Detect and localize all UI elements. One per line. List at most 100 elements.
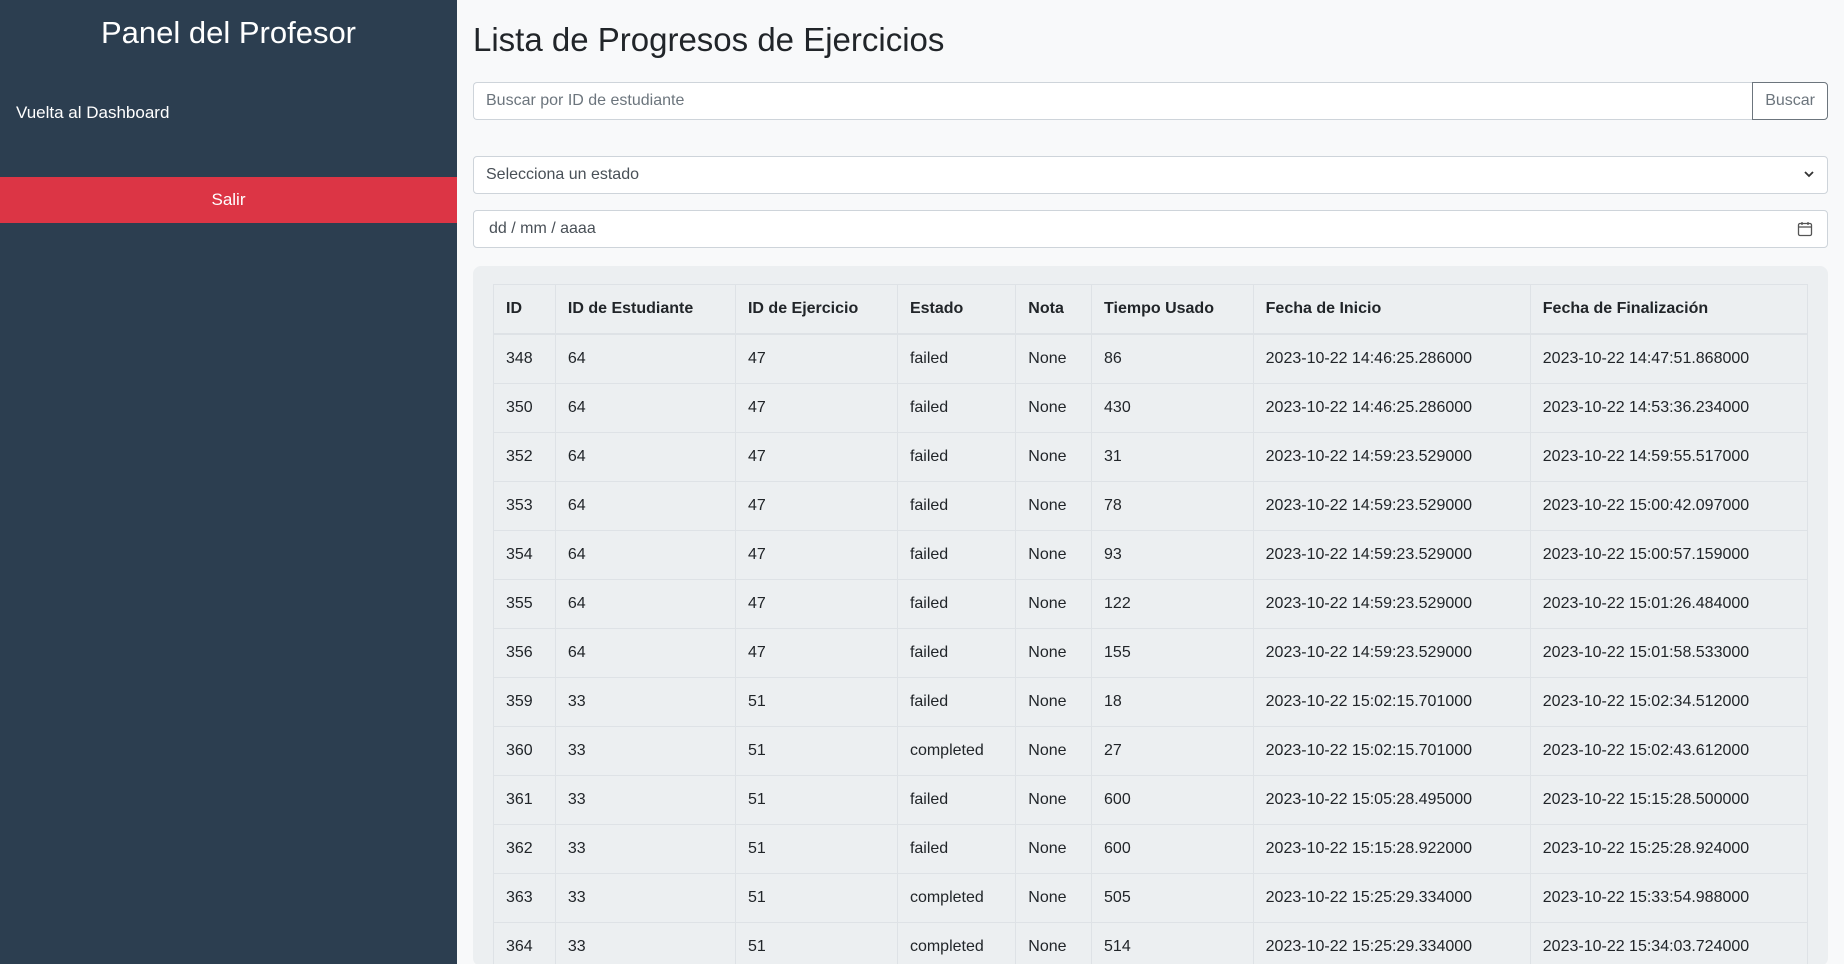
status-select-value: Selecciona un estado bbox=[486, 166, 639, 183]
search-button[interactable]: Buscar bbox=[1752, 82, 1828, 120]
date-input-placeholder: dd / mm / aaaa bbox=[489, 220, 596, 237]
table-row: 350 64 47 failed None 430 2023-10-22 14:46:25.… bbox=[493, 383, 1809, 433]
table-cell: None bbox=[1015, 726, 1093, 776]
table-cell: 47 bbox=[734, 481, 898, 531]
table-header-cell: ID de Ejercicio bbox=[734, 284, 898, 335]
table-row: 360 33 51 completed None 27 2023-10-22 15:02:1… bbox=[493, 726, 1809, 776]
table-header-cell: Nota bbox=[1015, 284, 1093, 335]
table-cell: 2023-10-22 14:46:25.286000 bbox=[1252, 383, 1531, 433]
table-cell: None bbox=[1015, 481, 1093, 531]
table-header-cell: ID bbox=[493, 284, 556, 335]
table-cell: 31 bbox=[1091, 432, 1254, 482]
table-cell: 2023-10-22 15:25:29.334000 bbox=[1252, 873, 1531, 923]
table-cell: 86 bbox=[1091, 333, 1254, 384]
table-cell: 2023-10-22 15:01:26.484000 bbox=[1529, 579, 1809, 629]
table-cell: 18 bbox=[1091, 677, 1254, 727]
table-cell: 359 bbox=[493, 677, 556, 727]
table-cell: 356 bbox=[493, 628, 556, 678]
table-cell: 33 bbox=[554, 726, 736, 776]
table-cell: 33 bbox=[554, 922, 736, 964]
table-cell: 2023-10-22 14:59:23.529000 bbox=[1252, 432, 1531, 482]
table-cell: None bbox=[1015, 677, 1093, 727]
sidebar-title: Panel del Profesor bbox=[100, 15, 357, 50]
table-cell: 47 bbox=[734, 333, 898, 384]
table-cell: 93 bbox=[1091, 530, 1254, 580]
table-header-cell: Tiempo Usado bbox=[1091, 284, 1254, 335]
table-cell: 348 bbox=[493, 333, 556, 384]
chevron-down-icon bbox=[1803, 168, 1815, 183]
table-cell: None bbox=[1015, 628, 1093, 678]
table-cell: failed bbox=[896, 481, 1017, 531]
table-cell: 33 bbox=[554, 824, 736, 874]
status-select[interactable]: Selecciona un estado bbox=[473, 156, 1828, 194]
table-cell: 2023-10-22 15:34:03.724000 bbox=[1529, 922, 1809, 964]
table-cell: 352 bbox=[493, 432, 556, 482]
table-cell: None bbox=[1015, 775, 1093, 825]
table-header-row: ID ID de Estudiante ID de Ejercicio Estado N… bbox=[493, 284, 1809, 335]
table-row: 355 64 47 failed None 122 2023-10-22 14:59:23.… bbox=[493, 579, 1809, 629]
table-cell: 155 bbox=[1091, 628, 1254, 678]
table-cell: 27 bbox=[1091, 726, 1254, 776]
table-cell: 2023-10-22 14:59:23.529000 bbox=[1252, 628, 1531, 678]
table-cell: 51 bbox=[734, 922, 898, 964]
table-cell: 350 bbox=[493, 383, 556, 433]
table-cell: 47 bbox=[734, 628, 898, 678]
table-cell: 600 bbox=[1091, 775, 1254, 825]
table-cell: 600 bbox=[1091, 824, 1254, 874]
table-cell: 64 bbox=[554, 579, 736, 629]
table-cell: 362 bbox=[493, 824, 556, 874]
table-header-cell: Estado bbox=[896, 284, 1017, 335]
table-cell: 64 bbox=[554, 530, 736, 580]
table-row: 361 33 51 failed None 600 2023-10-22 15:05:28.… bbox=[493, 775, 1809, 825]
table-cell: failed bbox=[896, 530, 1017, 580]
table-cell: 361 bbox=[493, 775, 556, 825]
table-cell: 2023-10-22 15:33:54.988000 bbox=[1529, 873, 1809, 923]
calendar-icon[interactable] bbox=[1797, 221, 1813, 237]
table-cell: failed bbox=[896, 333, 1017, 384]
table-cell: 353 bbox=[493, 481, 556, 531]
main-content: Lista de Progresos de Ejercicios Buscar … bbox=[457, 0, 1844, 964]
table-cell: 2023-10-22 14:46:25.286000 bbox=[1252, 333, 1531, 384]
table-cell: 2023-10-22 15:02:43.612000 bbox=[1529, 726, 1809, 776]
table-cell: 47 bbox=[734, 383, 898, 433]
table-cell: 2023-10-22 15:15:28.500000 bbox=[1529, 775, 1809, 825]
table-row: 363 33 51 completed None 505 2023-10-22 15:25:… bbox=[493, 873, 1809, 923]
table-cell: 47 bbox=[734, 432, 898, 482]
table-cell: 2023-10-22 15:25:28.924000 bbox=[1529, 824, 1809, 874]
search-input[interactable] bbox=[473, 82, 1753, 120]
table-row: 354 64 47 failed None 93 2023-10-22 14:59:23.5… bbox=[493, 530, 1809, 580]
table-cell: 2023-10-22 14:59:23.529000 bbox=[1252, 481, 1531, 531]
table-cell: 2023-10-22 15:00:42.097000 bbox=[1529, 481, 1809, 531]
table-cell: 64 bbox=[554, 333, 736, 384]
page-title: Lista de Progresos de Ejercicios bbox=[473, 21, 945, 58]
table-cell: 364 bbox=[493, 922, 556, 964]
table-cell: 430 bbox=[1091, 383, 1254, 433]
table-cell: None bbox=[1015, 333, 1093, 384]
logout-button[interactable]: Salir bbox=[0, 177, 457, 223]
table-cell: 47 bbox=[734, 579, 898, 629]
table-row: 362 33 51 failed None 600 2023-10-22 15:15:28.… bbox=[493, 824, 1809, 874]
table-row: 356 64 47 failed None 155 2023-10-22 14:59:23.… bbox=[493, 628, 1809, 678]
table-header-cell: ID de Estudiante bbox=[554, 284, 736, 335]
progress-table: ID ID de Estudiante ID de Ejercicio Estado N… bbox=[493, 284, 1809, 964]
table-cell: 51 bbox=[734, 726, 898, 776]
table-cell: 2023-10-22 15:02:15.701000 bbox=[1252, 726, 1531, 776]
table-cell: None bbox=[1015, 530, 1093, 580]
table-row: 348 64 47 failed None 86 2023-10-22 14:46:25.2… bbox=[493, 333, 1809, 384]
table-cell: failed bbox=[896, 775, 1017, 825]
table-cell: 78 bbox=[1091, 481, 1254, 531]
table-row: 353 64 47 failed None 78 2023-10-22 14:59:23.5… bbox=[493, 481, 1809, 531]
table-cell: 2023-10-22 15:00:57.159000 bbox=[1529, 530, 1809, 580]
table-cell: completed bbox=[896, 922, 1017, 964]
table-cell: 51 bbox=[734, 824, 898, 874]
table-cell: 64 bbox=[554, 383, 736, 433]
table-cell: 2023-10-22 15:05:28.495000 bbox=[1252, 775, 1531, 825]
table-cell: failed bbox=[896, 383, 1017, 433]
dashboard-link[interactable]: Vuelta al Dashboard bbox=[0, 103, 457, 123]
table-cell: None bbox=[1015, 873, 1093, 923]
date-input[interactable]: dd / mm / aaaa bbox=[473, 210, 1828, 248]
table-cell: 360 bbox=[493, 726, 556, 776]
table-cell: completed bbox=[896, 873, 1017, 923]
table-cell: None bbox=[1015, 579, 1093, 629]
table-cell: completed bbox=[896, 726, 1017, 776]
